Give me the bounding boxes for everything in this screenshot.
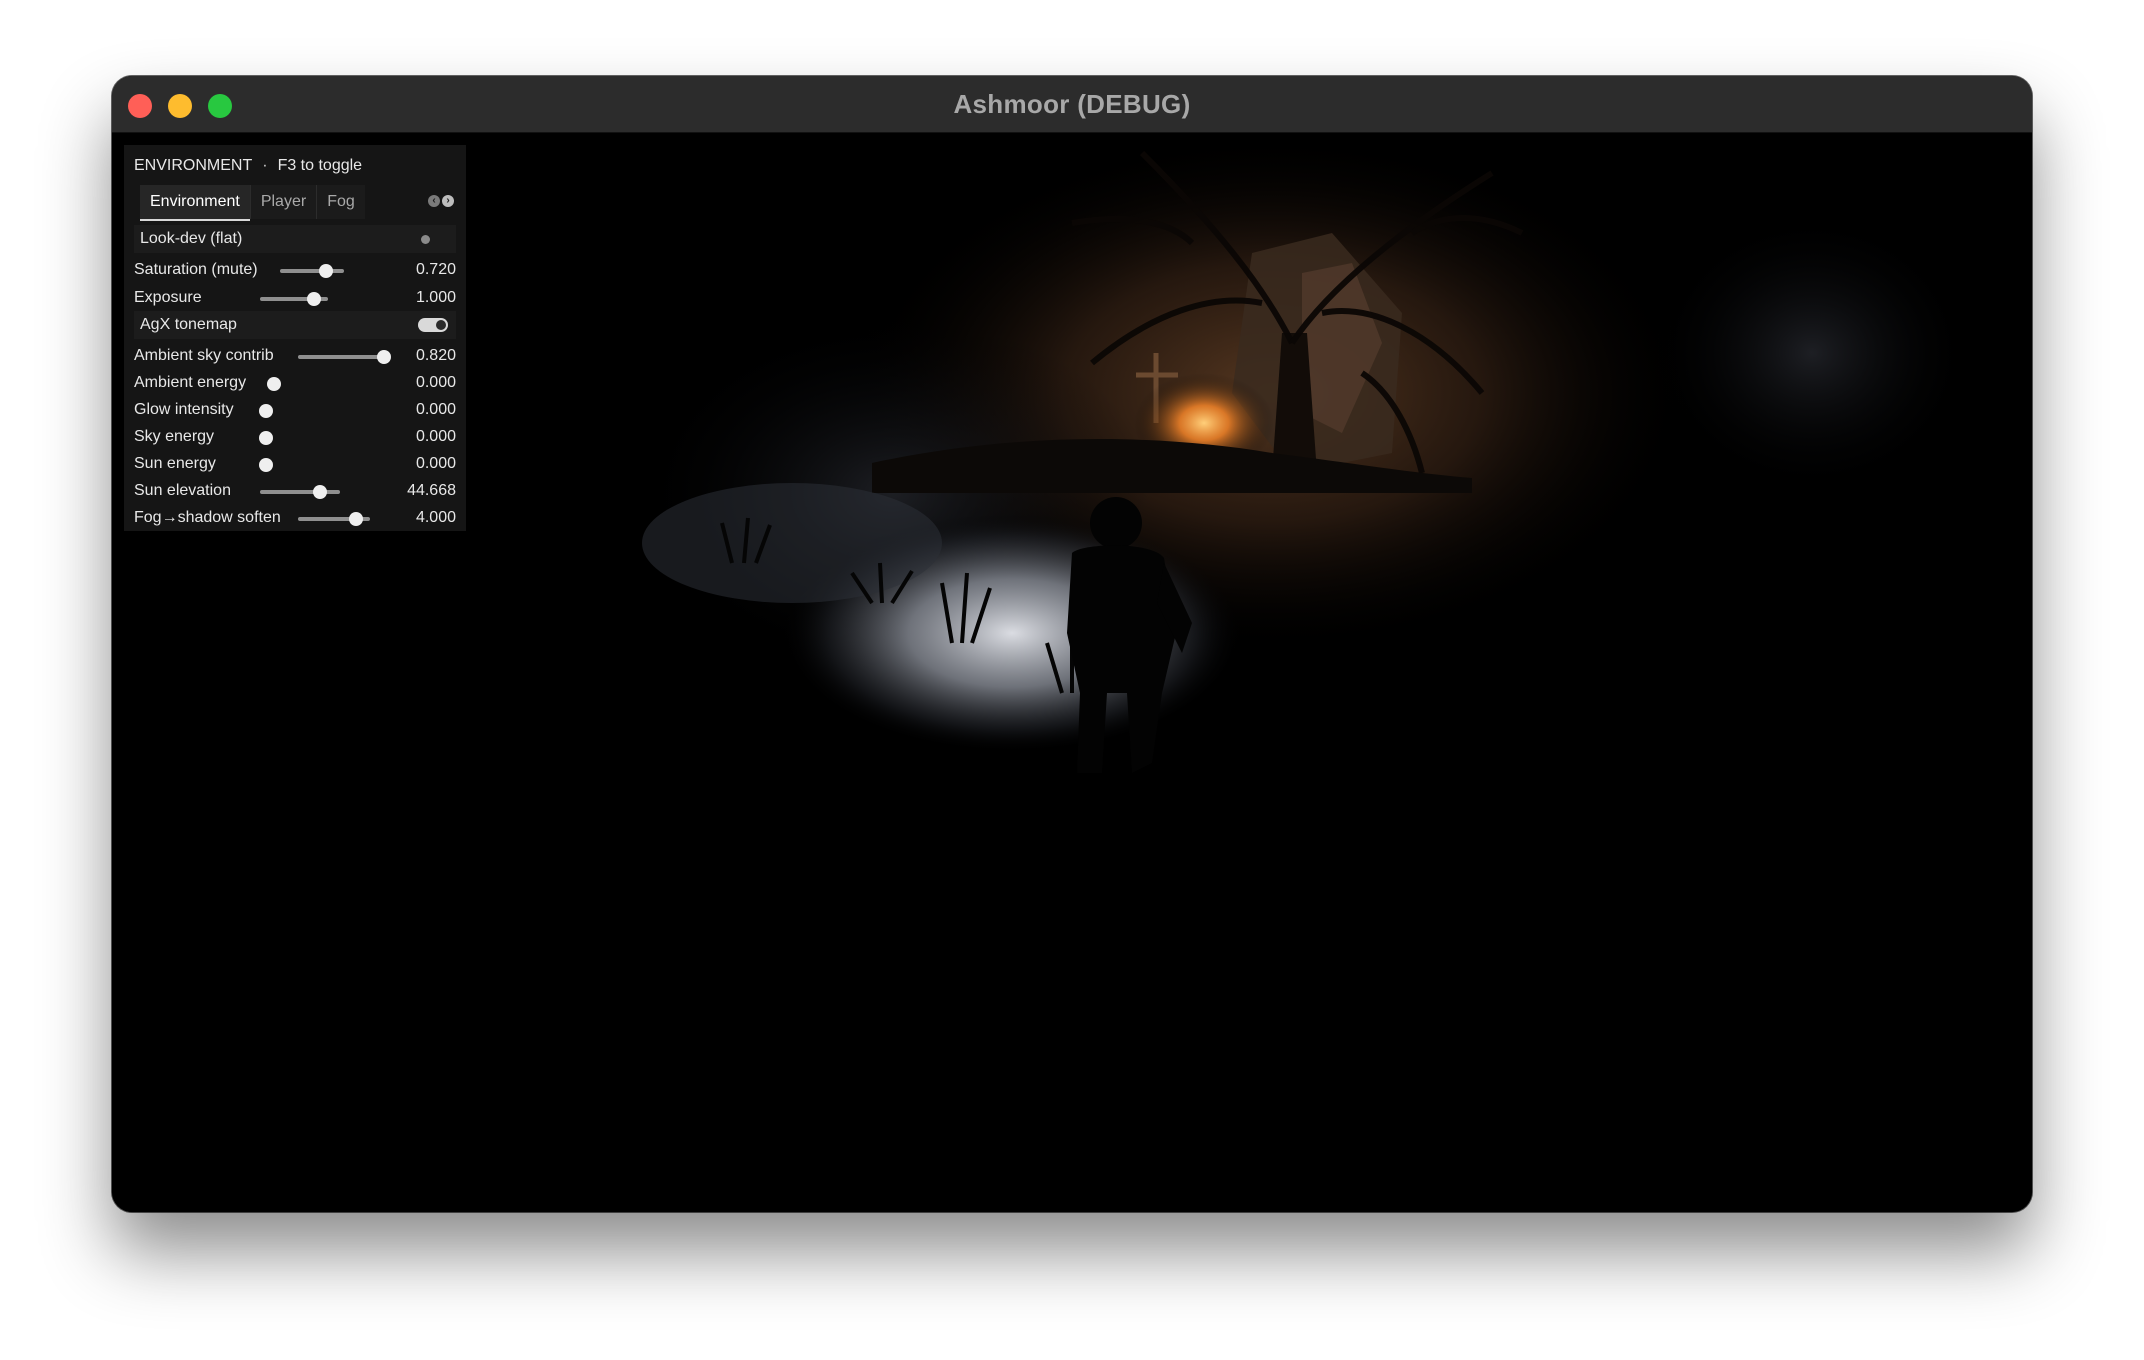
- saturation-value: 0.720: [415, 261, 456, 278]
- sky-energy-row: Sky energy 0.000: [134, 426, 456, 448]
- fog-soften-row: Fog→shadow soften 4.000: [134, 507, 456, 529]
- ambient-sky-value: 0.820: [415, 347, 456, 364]
- ambient-energy-label: Ambient energy: [134, 374, 247, 391]
- exposure-slider-knob[interactable]: [307, 292, 322, 306]
- game-viewport[interactable]: ENVIRONMENT · F3 to toggle Environment Pla…: [112, 133, 2032, 1212]
- agx-toggle[interactable]: [418, 318, 448, 332]
- agx-label: AgX tonemap: [140, 316, 237, 333]
- ambient-sky-row: Ambient sky contrib 0.820: [134, 345, 456, 367]
- ambient-energy-slider[interactable]: [267, 377, 288, 391]
- agx-row[interactable]: AgX tonemap: [134, 311, 456, 339]
- ambient-sky-label: Ambient sky contrib: [134, 347, 274, 364]
- exposure-row: Exposure 1.000: [134, 287, 456, 309]
- glow-slider-knob[interactable]: [259, 404, 273, 418]
- sun-elevation-slider[interactable]: [260, 485, 340, 499]
- tab-scroll-arrows: ‹ ›: [428, 195, 454, 207]
- sun-elevation-slider-knob[interactable]: [313, 485, 327, 499]
- fog-soften-label: Fog→shadow soften: [134, 509, 281, 526]
- panel-header: ENVIRONMENT · F3 to toggle: [134, 155, 362, 177]
- ambient-energy-row: Ambient energy 0.000: [134, 372, 456, 394]
- exposure-label: Exposure: [134, 289, 202, 306]
- panel-header-title: ENVIRONMENT: [134, 157, 253, 174]
- sun-elevation-row: Sun elevation 44.668: [134, 480, 456, 502]
- panel-hint: F3 to toggle: [277, 157, 363, 174]
- tab-fog[interactable]: Fog: [316, 185, 365, 219]
- window-title: Ashmoor (DEBUG): [953, 89, 1191, 119]
- title-bar[interactable]: Ashmoor (DEBUG): [112, 76, 2032, 133]
- saturation-row: Saturation (mute) 0.720: [134, 259, 456, 281]
- ambient-energy-value: 0.000: [415, 374, 456, 391]
- sun-energy-slider[interactable]: [259, 458, 280, 472]
- tab-environment[interactable]: Environment: [140, 185, 250, 221]
- panel-tabs: Environment Player Fog: [140, 185, 365, 221]
- sky-energy-slider-knob[interactable]: [259, 431, 273, 445]
- chevron-left-icon[interactable]: ‹: [428, 195, 440, 207]
- fog-soften-slider-knob[interactable]: [348, 512, 363, 526]
- ground-mist: [642, 483, 942, 603]
- lookdev-label: Look-dev (flat): [140, 230, 243, 247]
- saturation-label: Saturation (mute): [134, 261, 258, 278]
- sky-energy-slider[interactable]: [259, 431, 280, 445]
- sun-energy-label: Sun energy: [134, 455, 216, 472]
- debug-panel: ENVIRONMENT · F3 to toggle Environment Pla…: [124, 145, 466, 531]
- glow-value: 0.000: [415, 401, 456, 418]
- sun-elevation-value: 44.668: [407, 482, 456, 499]
- fog-soften-value: 4.000: [415, 509, 456, 526]
- ambient-sky-slider[interactable]: [298, 350, 391, 364]
- header-separator: ·: [262, 157, 268, 174]
- sky-energy-label: Sky energy: [134, 428, 215, 445]
- sun-energy-slider-knob[interactable]: [259, 458, 273, 472]
- saturation-slider[interactable]: [280, 264, 344, 278]
- fog-soften-slider[interactable]: [298, 512, 370, 526]
- exposure-value: 1.000: [415, 289, 456, 306]
- mist-right: [1652, 213, 1972, 493]
- sun-elevation-label: Sun elevation: [134, 482, 231, 499]
- glow-slider[interactable]: [259, 404, 280, 418]
- glow-row: Glow intensity 0.000: [134, 399, 456, 421]
- chevron-right-icon[interactable]: ›: [442, 195, 454, 207]
- game-window: Ashmoor (DEBUG) ENVIRONMENT · F3 to togg…: [112, 76, 2032, 1212]
- saturation-slider-knob[interactable]: [319, 264, 334, 278]
- ambient-sky-slider-knob[interactable]: [377, 350, 391, 364]
- glow-label: Glow intensity: [134, 401, 234, 418]
- ambient-energy-slider-knob[interactable]: [267, 377, 281, 391]
- exposure-slider[interactable]: [260, 292, 328, 306]
- lookdev-checkbox[interactable]: [421, 235, 430, 244]
- sky-energy-value: 0.000: [415, 428, 456, 445]
- lookdev-row[interactable]: Look-dev (flat): [134, 225, 456, 253]
- agx-toggle-knob: [436, 320, 446, 330]
- sun-energy-row: Sun energy 0.000: [134, 453, 456, 475]
- tab-player[interactable]: Player: [249, 185, 317, 219]
- sun-energy-value: 0.000: [415, 455, 456, 472]
